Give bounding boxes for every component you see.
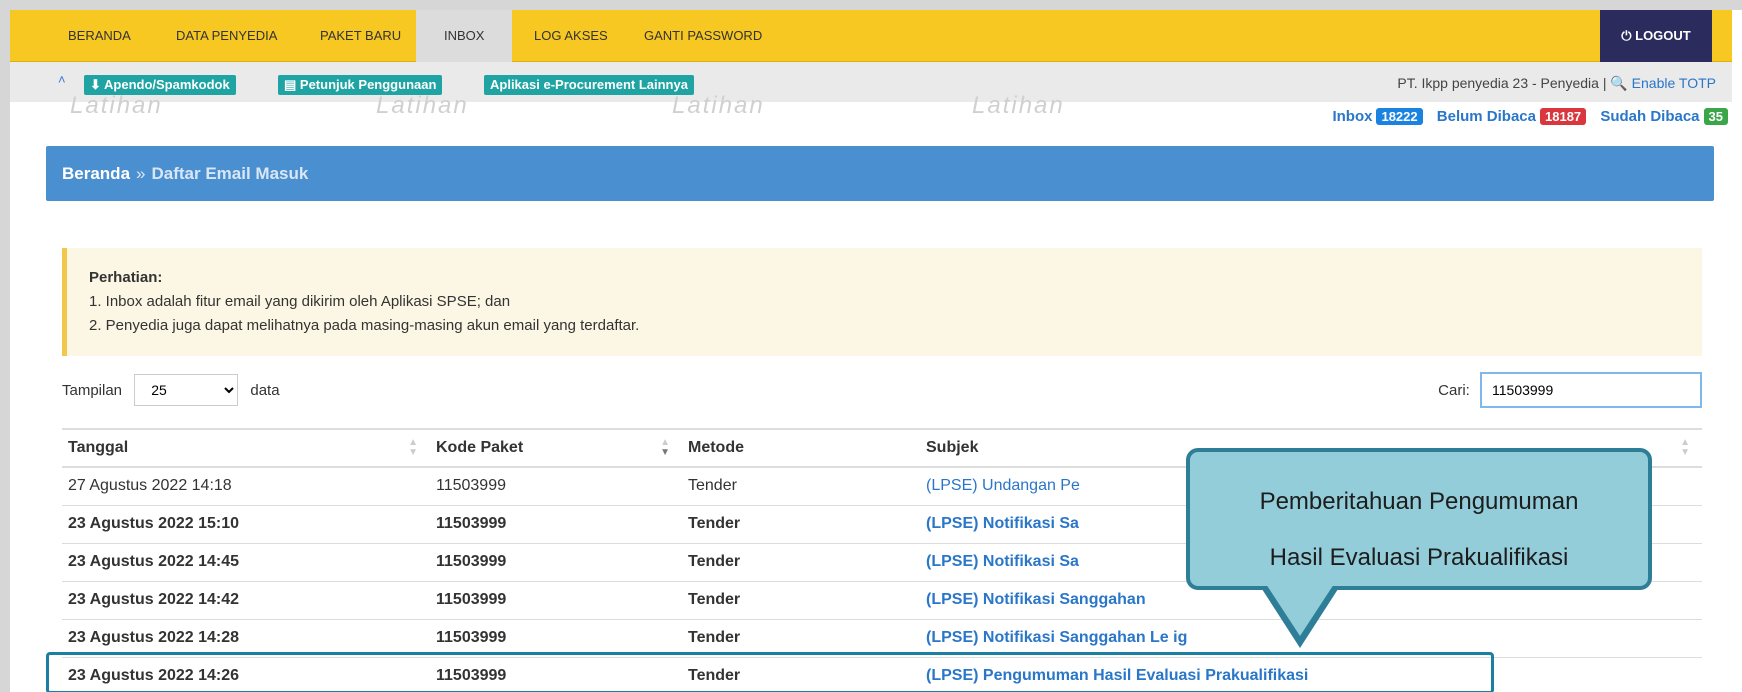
cell-metode: Tender	[682, 581, 920, 620]
top-navbar: BERANDA DATA PENYEDIA PAKET BARU INBOX L…	[10, 10, 1732, 62]
row-highlight-box	[46, 652, 1494, 692]
nav-paket-baru[interactable]: PAKET BARU	[292, 10, 429, 62]
col-tanggal[interactable]: Tanggal ▲ ▼	[62, 428, 430, 468]
read-count-badge: 35	[1703, 108, 1728, 125]
page-length-control: Tampilan 25 data	[62, 374, 280, 406]
cell-kode: 11503999	[430, 543, 682, 582]
cell-kode: 11503999	[430, 467, 682, 506]
user-name: PT. Ikpp penyedia 23 - Penyedia |	[1397, 75, 1611, 91]
cell-tanggal: 27 Agustus 2022 14:18	[62, 467, 430, 506]
alert-line-2: 2. Penyedia juga dapat melihatnya pada m…	[89, 317, 640, 334]
cell-kode: 11503999	[430, 581, 682, 620]
unread-count-label[interactable]: Belum Dibaca	[1437, 108, 1536, 125]
watermark: Latihan	[376, 92, 469, 119]
nav-ganti-password[interactable]: GANTI PASSWORD	[616, 10, 790, 62]
cell-kode: 11503999	[430, 505, 682, 544]
col-kode-paket[interactable]: Kode Paket ▲ ▼	[430, 428, 682, 468]
inbox-count-badge: 18222	[1376, 108, 1423, 125]
cell-tanggal: 23 Agustus 2022 15:10	[62, 505, 430, 544]
sub-toolbar: ˄ ⬇ Apendo/Spamkodok ▤ Petunjuk Pengguna…	[10, 62, 1732, 102]
nav-data-penyedia[interactable]: DATA PENYEDIA	[148, 10, 305, 62]
col-metode-label: Metode	[688, 439, 744, 456]
search-label: Cari:	[1438, 382, 1470, 399]
alert-line-1: 1. Inbox adalah fitur email yang dikirim…	[89, 293, 511, 310]
breadcrumb-home[interactable]: Beranda	[62, 164, 130, 183]
collapse-chevron-icon[interactable]: ˄	[58, 72, 66, 87]
logout-button[interactable]: ⏻ LOGOUT	[1600, 10, 1712, 62]
callout-line-1: Pemberitahuan Pengumuman	[1259, 488, 1579, 515]
search-input[interactable]	[1480, 372, 1702, 408]
sort-icon: ▲ ▼	[408, 437, 418, 458]
cell-tanggal: 23 Agustus 2022 14:45	[62, 543, 430, 582]
aplikasi-lainnya-button[interactable]: Aplikasi e-Procurement Lainnya	[484, 75, 694, 95]
read-count-label[interactable]: Sudah Dibaca	[1600, 108, 1699, 125]
sort-icon: ▲ ▼	[1680, 437, 1690, 458]
mail-counts: Inbox 18222 Belum Dibaca 18187 Sudah Dibac…	[1332, 108, 1728, 125]
enable-totp-link[interactable]: 🔍 Enable TOTP	[1610, 75, 1716, 91]
watermark: Latihan	[70, 92, 163, 119]
breadcrumb-separator: »	[136, 164, 146, 183]
callout-tail-fill	[1266, 584, 1334, 636]
cell-metode: Tender	[682, 543, 920, 582]
col-tanggal-label: Tanggal	[68, 439, 129, 456]
inbox-count-label[interactable]: Inbox	[1332, 108, 1372, 125]
nav-beranda[interactable]: BERANDA	[40, 10, 159, 62]
annotation-callout: Pemberitahuan Pengumuman Hasil Evaluasi …	[1186, 448, 1652, 590]
cell-metode: Tender	[682, 505, 920, 544]
nav-inbox[interactable]: INBOX	[416, 10, 513, 62]
notice-alert: Perhatian: 1. Inbox adalah fitur email y…	[62, 248, 1702, 356]
search-control: Cari:	[1438, 372, 1702, 408]
alert-title: Perhatian:	[89, 269, 163, 286]
breadcrumb-current: Daftar Email Masuk	[151, 164, 309, 183]
breadcrumb: Beranda » Daftar Email Masuk	[46, 146, 1714, 201]
col-metode[interactable]: Metode	[682, 428, 920, 468]
unread-count-badge: 18187	[1540, 108, 1587, 125]
sort-icon: ▲ ▼	[660, 437, 670, 458]
callout-line-2: Hasil Evaluasi Prakualifikasi	[1269, 544, 1569, 571]
data-label: data	[250, 382, 280, 399]
cell-tanggal: 23 Agustus 2022 14:42	[62, 581, 430, 620]
tampilan-label: Tampilan	[62, 382, 123, 399]
col-subjek-label: Subjek	[926, 439, 979, 456]
watermark: Latihan	[972, 92, 1065, 119]
col-kode-paket-label: Kode Paket	[436, 439, 524, 456]
user-info: PT. Ikpp penyedia 23 - Penyedia | 🔍 Enab…	[1397, 75, 1716, 92]
cell-metode: Tender	[682, 467, 920, 506]
page-size-select[interactable]: 25	[134, 374, 239, 406]
watermark: Latihan	[672, 92, 765, 119]
